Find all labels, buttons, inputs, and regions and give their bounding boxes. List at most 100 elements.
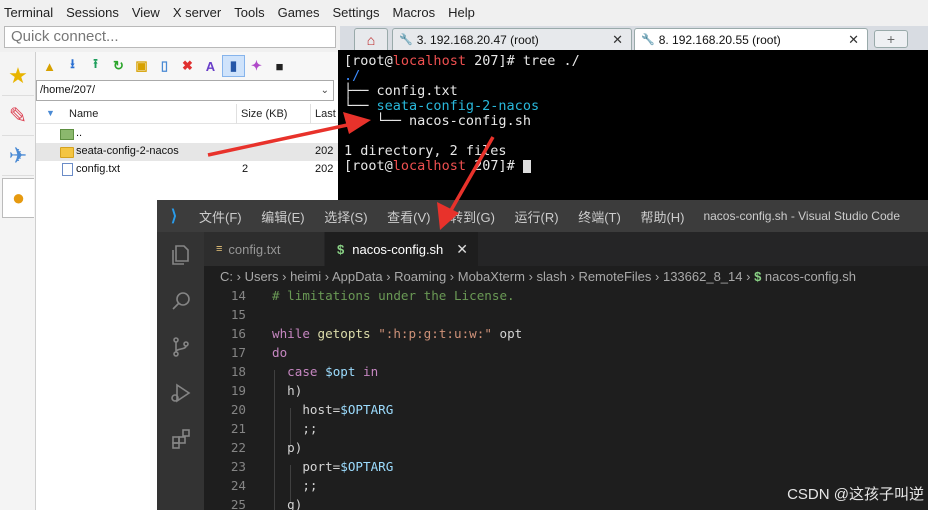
tab-config-txt[interactable]: ≡ config.txt <box>204 232 324 266</box>
path-input[interactable]: /home/207/ ⌄ <box>36 80 334 101</box>
vs-menu-edit[interactable]: 编辑(E) <box>261 210 304 225</box>
column-name[interactable]: Name <box>69 108 98 120</box>
session-tab-1[interactable]: 🔧 3. 192.168.20.47 (root) ✕ <box>392 28 632 50</box>
vs-menu-help[interactable]: 帮助(H) <box>640 210 684 225</box>
prompt-dir: 207 <box>474 158 499 174</box>
session-tab-2[interactable]: 🔧 8. 192.168.20.55 (root) ✕ <box>634 28 868 50</box>
download-button[interactable]: ⭳ <box>61 55 84 77</box>
rail-sessions[interactable]: ★ <box>2 56 34 96</box>
close-icon[interactable]: ✕ <box>612 32 623 48</box>
new-folder-button[interactable]: ▣ <box>130 55 153 77</box>
line-number: 17 <box>230 345 246 360</box>
vs-menu-goto[interactable]: 转到(G) <box>450 210 495 225</box>
menu-terminal[interactable]: Terminal <box>4 5 53 20</box>
crumb[interactable]: AppData <box>332 269 383 284</box>
crumb[interactable]: MobaXterm <box>458 269 525 284</box>
side-rail: ★ ✎ ✈ ● <box>0 52 36 510</box>
close-icon[interactable]: ✕ <box>848 32 859 48</box>
code-line: 19 h) <box>204 381 928 400</box>
folder-icon <box>60 147 74 158</box>
chevron-down-icon[interactable]: ⌄ <box>321 81 329 100</box>
refresh-icon: ↻ <box>113 58 124 73</box>
crumb[interactable]: RemoteFiles <box>578 269 651 284</box>
session-tab-label: 3. 192.168.20.47 (root) <box>416 32 539 47</box>
file-modified: 202 <box>315 145 334 157</box>
code-text: h) <box>272 383 303 398</box>
run-debug-button[interactable] <box>157 370 204 416</box>
crumb[interactable]: Roaming <box>394 269 446 284</box>
terminal-button[interactable]: ■ <box>268 55 291 77</box>
new-tab-button[interactable]: + <box>874 30 908 48</box>
tab-nacos-config[interactable]: $ nacos-config.sh ✕ <box>325 232 478 266</box>
crumb[interactable]: C: <box>220 269 233 284</box>
globe-icon: ● <box>11 185 26 210</box>
file-row-up[interactable]: .. <box>36 125 338 143</box>
menu-settings[interactable]: Settings <box>333 5 380 20</box>
code-text: g) <box>272 497 303 510</box>
file-row-config[interactable]: config.txt 2 202 <box>36 161 338 179</box>
crumb[interactable]: 133662_8_14 <box>663 269 743 284</box>
menu-bar: Terminal Sessions View X server Tools Ga… <box>0 0 928 24</box>
rail-tools[interactable]: ✎ <box>2 96 34 136</box>
delete-button[interactable]: ✖ <box>176 55 199 77</box>
wand-button[interactable]: ✦ <box>245 55 268 77</box>
code-editor[interactable]: 14 # limitations under the License. 15 16… <box>204 286 928 510</box>
code-line: 22 p) <box>204 438 928 457</box>
refresh-button[interactable]: ↻ <box>107 55 130 77</box>
search-icon <box>171 292 190 310</box>
folder-up-icon: ▲ <box>43 58 56 74</box>
prompt-user: root <box>352 53 385 69</box>
menu-games[interactable]: Games <box>278 5 320 20</box>
menu-view[interactable]: View <box>132 5 160 20</box>
follow-terminal-button[interactable]: ▮ <box>222 55 245 77</box>
rail-macros[interactable]: ✈ <box>2 136 34 176</box>
key-icon: 🔧 <box>641 34 655 46</box>
up-folder-button[interactable]: ▲ <box>38 55 61 77</box>
terminal-cursor <box>522 159 531 173</box>
column-size[interactable]: Size (KB) <box>241 108 287 120</box>
new-file-button[interactable]: ▯ <box>153 55 176 77</box>
menu-help[interactable]: Help <box>448 5 475 20</box>
session-tab-label: 8. 192.168.20.55 (root) <box>658 32 781 47</box>
file-row-folder[interactable]: seata-config-2-nacos 202 <box>36 143 338 161</box>
terminal-output[interactable]: [root@localhost 207]# tree ./ ./ ├── con… <box>338 50 928 200</box>
close-icon[interactable]: ✕ <box>456 241 468 258</box>
search-button[interactable] <box>157 278 204 324</box>
tab-label: nacos-config.sh <box>352 241 444 257</box>
crumb[interactable]: Users <box>245 269 279 284</box>
code-text: case $opt in <box>287 364 379 379</box>
run-debug-icon <box>170 383 190 403</box>
upload-button[interactable]: ⭱ <box>84 55 107 77</box>
code-text: while getopts ":h:p:g:t:u:w:" opt <box>272 326 523 341</box>
code-text: ;; <box>272 478 318 493</box>
vs-menu-file[interactable]: 文件(F) <box>199 210 242 225</box>
code-line: 18 case $opt in <box>204 362 928 381</box>
code-line: 17 do <box>204 343 928 362</box>
code-line: 23 port=$OPTARG <box>204 457 928 476</box>
vs-menu-selection[interactable]: 选择(S) <box>324 210 367 225</box>
menu-xserver[interactable]: X server <box>173 5 221 20</box>
menu-sessions[interactable]: Sessions <box>66 5 119 20</box>
extensions-button[interactable] <box>157 416 204 462</box>
column-last[interactable]: Last <box>315 108 336 120</box>
line-number: 14 <box>230 288 246 303</box>
vs-menu-view[interactable]: 查看(V) <box>387 210 430 225</box>
file-name: config.txt <box>76 163 121 175</box>
vscode-logo-icon: ⟩ <box>170 208 178 225</box>
vs-menu-run[interactable]: 运行(R) <box>515 210 559 225</box>
rail-sftp[interactable]: ● <box>2 178 34 218</box>
crumb[interactable]: heimi <box>290 269 321 284</box>
files-icon <box>171 245 189 265</box>
vs-menu-terminal[interactable]: 终端(T) <box>578 210 621 225</box>
tab-label: config.txt <box>228 241 281 257</box>
menu-macros[interactable]: Macros <box>392 5 435 20</box>
home-tab[interactable]: ⌂ <box>354 28 388 50</box>
source-control-button[interactable] <box>157 324 204 370</box>
rename-button[interactable]: A <box>199 55 222 77</box>
crumb[interactable]: nacos-config.sh <box>765 269 856 284</box>
quick-connect-input[interactable]: Quick connect... <box>4 26 336 48</box>
crumb[interactable]: slash <box>537 269 567 284</box>
explorer-button[interactable] <box>157 232 204 278</box>
upload-icon: ⭱ <box>93 56 98 71</box>
menu-tools[interactable]: Tools <box>234 5 264 20</box>
